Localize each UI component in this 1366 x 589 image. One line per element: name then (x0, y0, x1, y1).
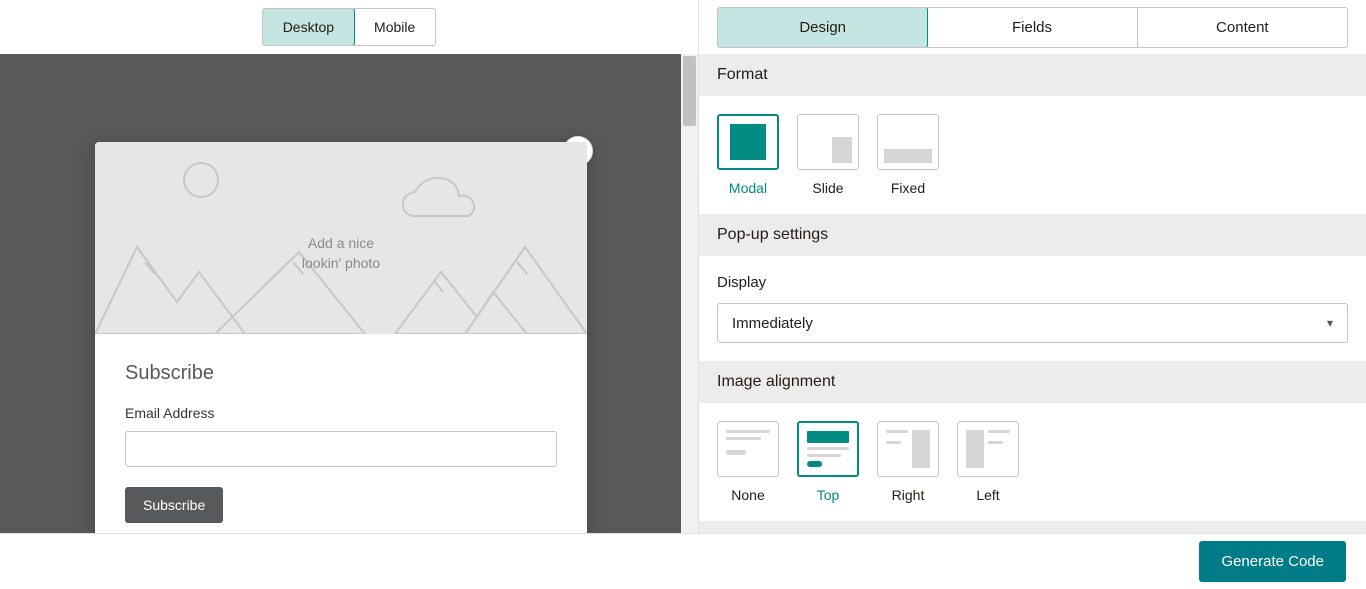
display-select[interactable]: Immediately ▾ (717, 303, 1348, 343)
fixed-icon (884, 149, 932, 163)
tab-fields[interactable]: Fields (927, 8, 1136, 47)
generate-code-button[interactable]: Generate Code (1199, 541, 1346, 582)
align-none-icon (717, 421, 779, 477)
format-modal[interactable]: Modal (717, 114, 779, 196)
display-label: Display (717, 274, 1348, 291)
section-format: Format (699, 54, 1366, 96)
settings-panel[interactable]: Format Modal Slide Fixed (699, 54, 1366, 533)
align-left[interactable]: Left (957, 421, 1019, 503)
section-popup-settings: Pop-up settings (699, 214, 1366, 256)
chevron-down-icon: ▾ (1327, 316, 1333, 330)
section-image-alignment: Image alignment (699, 361, 1366, 403)
popup-title: Subscribe (125, 362, 557, 385)
email-field[interactable] (125, 431, 557, 467)
photo-placeholder[interactable]: Add a nice lookin' photo (95, 142, 587, 334)
settings-tabs-group: Design Fields Content (717, 7, 1348, 48)
footer-bar: Generate Code (0, 533, 1366, 589)
device-toggle-group: Desktop Mobile (262, 8, 437, 46)
settings-tabs-bar: Design Fields Content (699, 0, 1366, 54)
slide-icon (832, 137, 852, 163)
display-select-value: Immediately (732, 315, 813, 332)
format-slide[interactable]: Slide (797, 114, 859, 196)
tab-content[interactable]: Content (1137, 8, 1347, 47)
email-label: Email Address (125, 405, 557, 421)
preview-area: ✕ Add a nice lookin' photo (0, 54, 698, 533)
device-toggle-bar: Desktop Mobile (0, 0, 698, 54)
section-field-labels: Field labels (699, 521, 1366, 533)
tab-design[interactable]: Design (717, 7, 928, 48)
preview-scrollbar-thumb[interactable] (683, 56, 696, 126)
desktop-toggle[interactable]: Desktop (262, 8, 355, 46)
align-options: None Top (717, 421, 1348, 503)
align-right-icon (877, 421, 939, 477)
align-none[interactable]: None (717, 421, 779, 503)
format-fixed[interactable]: Fixed (877, 114, 939, 196)
preview-scrollbar[interactable] (681, 54, 698, 533)
align-top-icon (797, 421, 859, 477)
align-top[interactable]: Top (797, 421, 859, 503)
subscribe-button[interactable]: Subscribe (125, 487, 223, 523)
format-options: Modal Slide Fixed (717, 114, 1348, 196)
modal-icon (730, 124, 766, 160)
photo-placeholder-text: Add a nice lookin' photo (302, 234, 380, 273)
align-right[interactable]: Right (877, 421, 939, 503)
mobile-toggle[interactable]: Mobile (354, 9, 435, 45)
align-left-icon (957, 421, 1019, 477)
popup-preview: ✕ Add a nice lookin' photo (95, 142, 587, 533)
